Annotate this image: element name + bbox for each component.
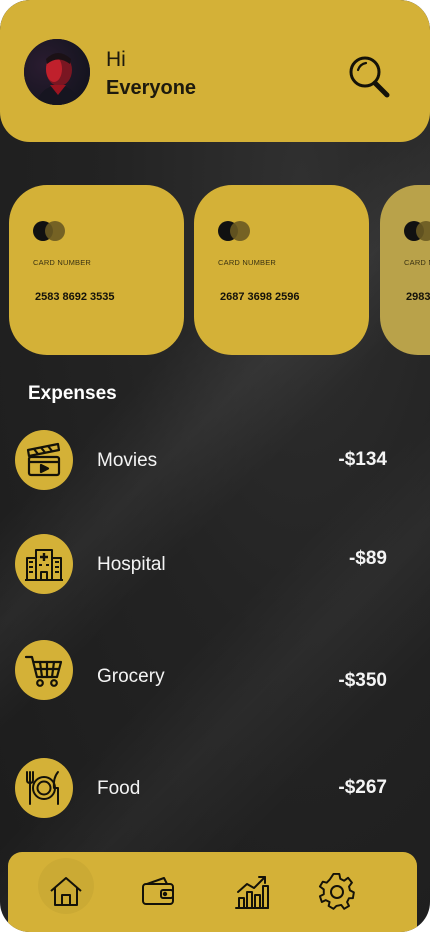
card-number: 2583 8692 3535 <box>35 291 115 303</box>
user-name: Everyone <box>106 77 197 99</box>
card-number-label: CARD NUMBER <box>33 258 92 267</box>
phone-screen: Hi Everyone CARD NUMBER 2583 8692 3535 C… <box>0 0 430 932</box>
nav-settings-button[interactable] <box>317 872 357 912</box>
expense-name: Food <box>97 778 141 799</box>
clapperboard-icon <box>26 442 61 477</box>
expense-item-movies[interactable]: Movies -$134 <box>0 430 430 494</box>
cart-icon <box>24 655 63 687</box>
card-number: 2687 3698 2596 <box>220 291 300 303</box>
greeting-text: Hi <box>106 48 126 71</box>
expense-icon-badge <box>15 430 73 490</box>
card-logo-icon <box>218 221 258 241</box>
card-logo-icon <box>33 221 73 241</box>
expense-item-food[interactable]: Food -$267 <box>0 758 430 822</box>
nav-stats-button[interactable] <box>232 872 272 912</box>
card-logo-icon <box>404 221 430 241</box>
credit-card[interactable]: CARD NUMBER 2983 <box>380 185 430 355</box>
search-icon <box>349 56 390 98</box>
expense-amount: -$267 <box>338 777 387 798</box>
expenses-heading: Expenses <box>28 383 117 404</box>
nav-home-button[interactable] <box>46 872 86 912</box>
search-button[interactable] <box>344 52 394 102</box>
expense-amount: -$350 <box>338 670 387 691</box>
cards-carousel[interactable]: CARD NUMBER 2583 8692 3535 CARD NUMBER 2… <box>0 185 430 357</box>
credit-card[interactable]: CARD NUMBER 2687 3698 2596 <box>194 185 369 355</box>
wallet-icon <box>142 877 174 905</box>
home-icon <box>50 877 82 906</box>
hospital-icon <box>25 549 63 581</box>
nav-wallet-button[interactable] <box>138 872 178 912</box>
card-number: 2983 <box>406 291 430 303</box>
expense-amount: -$89 <box>348 548 387 569</box>
expense-name: Movies <box>97 450 158 471</box>
expense-amount: -$134 <box>338 449 387 470</box>
card-number-label: CARD NUMBER <box>404 258 430 267</box>
header: Hi Everyone <box>0 0 430 142</box>
expense-item-grocery[interactable]: Grocery -$350 <box>0 640 430 704</box>
settings-icon <box>318 872 355 910</box>
fork-knife-icon <box>26 771 59 805</box>
expense-name: Grocery <box>97 666 165 687</box>
expense-item-hospital[interactable]: Hospital -$89 <box>0 534 430 598</box>
chart-icon <box>235 876 269 909</box>
expense-icon-badge <box>15 758 73 818</box>
expense-name: Hospital <box>97 554 166 575</box>
expense-icon-badge <box>15 534 73 594</box>
card-number-label: CARD NUMBER <box>218 258 277 267</box>
credit-card[interactable]: CARD NUMBER 2583 8692 3535 <box>9 185 184 355</box>
expense-icon-badge <box>15 640 73 700</box>
avatar[interactable] <box>24 39 90 105</box>
bottom-navigation <box>8 852 417 932</box>
